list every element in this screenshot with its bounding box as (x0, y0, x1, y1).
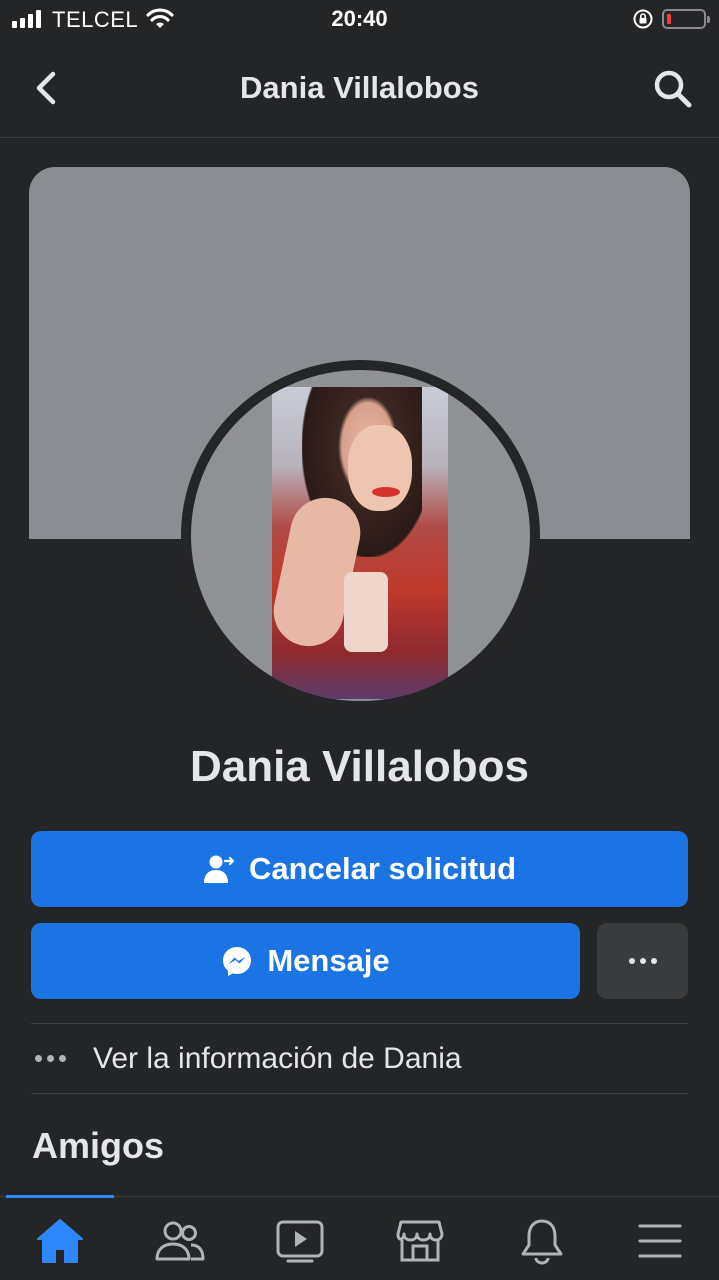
see-info-label: Ver la información de Dania (93, 1041, 462, 1075)
friends-section-title: Amigos (32, 1125, 165, 1166)
nav-home[interactable] (30, 1213, 90, 1269)
top-header: Dania Villalobos (0, 40, 719, 138)
divider (31, 1023, 688, 1024)
nav-watch[interactable] (270, 1213, 330, 1269)
active-tab-indicator (6, 1195, 114, 1198)
cancel-request-button[interactable]: Cancelar solicitud (31, 831, 688, 907)
more-button[interactable] (597, 923, 688, 999)
bottom-nav (0, 1195, 719, 1280)
friends-icon (155, 1221, 205, 1261)
watch-icon (276, 1220, 324, 1263)
search-button[interactable] (650, 66, 696, 112)
message-label: Mensaje (267, 943, 390, 978)
rotation-lock-icon (632, 8, 654, 35)
menu-icon (638, 1224, 682, 1258)
divider (31, 1093, 688, 1094)
friend-request-sent-icon (203, 855, 235, 883)
profile-name: Dania Villalobos (189, 742, 530, 791)
status-bar: TELCEL 20:40 (0, 0, 719, 40)
messenger-icon (223, 947, 252, 976)
page-title: Dania Villalobos (240, 70, 479, 105)
status-time: 20:40 (331, 6, 388, 31)
profile-photo (267, 387, 448, 699)
home-icon (37, 1219, 83, 1263)
marketplace-icon (396, 1220, 444, 1262)
battery-icon (662, 9, 710, 29)
nav-notifications[interactable] (512, 1213, 572, 1269)
cancel-request-label: Cancelar solicitud (248, 851, 517, 886)
see-info-row[interactable]: Ver la información de Dania (31, 1025, 688, 1092)
nav-menu[interactable] (630, 1213, 690, 1269)
more-dots-icon (31, 1055, 93, 1062)
nav-marketplace[interactable] (390, 1213, 450, 1269)
notifications-icon (521, 1219, 563, 1265)
message-button[interactable]: Mensaje (31, 923, 580, 999)
profile-avatar[interactable] (191, 370, 530, 701)
more-dots-icon (628, 958, 635, 964)
search-icon (654, 70, 692, 108)
nav-friends[interactable] (150, 1213, 210, 1269)
